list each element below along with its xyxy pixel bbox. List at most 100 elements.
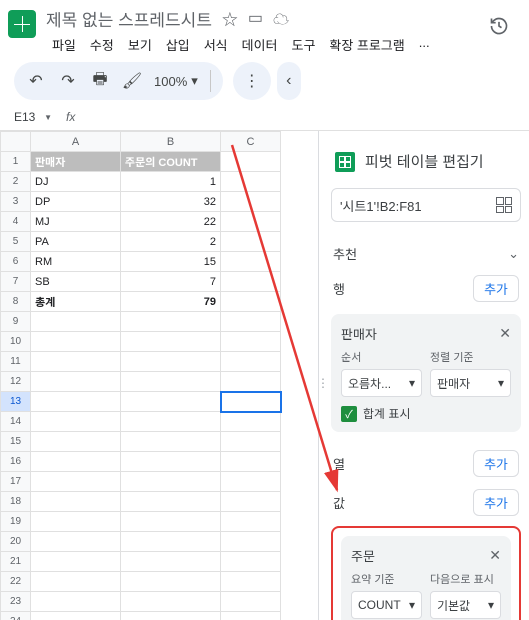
- table-row[interactable]: 15: [1, 432, 281, 452]
- table-row[interactable]: 17: [1, 472, 281, 492]
- display-select[interactable]: 기본값▾: [430, 591, 501, 619]
- cell[interactable]: [221, 572, 281, 592]
- row-header[interactable]: 13: [1, 392, 31, 412]
- cell[interactable]: 22: [121, 212, 221, 232]
- summary-select[interactable]: COUNT▾: [351, 591, 422, 619]
- cell[interactable]: [31, 432, 121, 452]
- menu-file[interactable]: 파일: [46, 32, 82, 57]
- row-header[interactable]: 7: [1, 272, 31, 292]
- table-row[interactable]: 22: [1, 572, 281, 592]
- sheets-logo[interactable]: [8, 10, 36, 38]
- cell[interactable]: 2: [121, 232, 221, 252]
- row-header[interactable]: 8: [1, 292, 31, 312]
- toolbar-collapse-button[interactable]: ‹: [277, 62, 301, 100]
- menu-extensions[interactable]: 확장 프로그램: [323, 32, 410, 57]
- cell[interactable]: 15: [121, 252, 221, 272]
- cell[interactable]: SB: [31, 272, 121, 292]
- cell[interactable]: [121, 532, 221, 552]
- cell[interactable]: 1: [121, 172, 221, 192]
- cell[interactable]: [221, 412, 281, 432]
- cell[interactable]: [221, 552, 281, 572]
- cell[interactable]: [221, 172, 281, 192]
- table-row[interactable]: 1판매자주문의 COUNT: [1, 152, 281, 172]
- cell[interactable]: [221, 512, 281, 532]
- cell[interactable]: [221, 292, 281, 312]
- cell[interactable]: [221, 352, 281, 372]
- order-select[interactable]: 오름차...▾: [341, 369, 422, 397]
- cell[interactable]: [31, 532, 121, 552]
- print-button[interactable]: 🖶: [90, 71, 110, 91]
- cell[interactable]: [221, 452, 281, 472]
- drag-handle-icon[interactable]: ⋮: [319, 376, 329, 390]
- cell[interactable]: [221, 372, 281, 392]
- add-val-button[interactable]: 추가: [473, 489, 519, 516]
- table-row[interactable]: 14: [1, 412, 281, 432]
- table-row[interactable]: 23: [1, 592, 281, 612]
- cell[interactable]: [31, 552, 121, 572]
- row-header[interactable]: 12: [1, 372, 31, 392]
- cell[interactable]: [121, 452, 221, 472]
- cell[interactable]: [121, 432, 221, 452]
- cell[interactable]: [221, 272, 281, 292]
- cell[interactable]: DP: [31, 192, 121, 212]
- add-col-button[interactable]: 추가: [473, 450, 519, 477]
- table-row[interactable]: 18: [1, 492, 281, 512]
- redo-button[interactable]: ↷: [58, 71, 78, 91]
- row-header[interactable]: 18: [1, 492, 31, 512]
- cell[interactable]: [31, 472, 121, 492]
- row-header[interactable]: 15: [1, 432, 31, 452]
- row-header[interactable]: 22: [1, 572, 31, 592]
- row-header[interactable]: 3: [1, 192, 31, 212]
- cell[interactable]: [221, 252, 281, 272]
- menu-more[interactable]: ...: [413, 32, 436, 57]
- table-row[interactable]: 16: [1, 452, 281, 472]
- menu-format[interactable]: 서식: [198, 32, 234, 57]
- cell[interactable]: DJ: [31, 172, 121, 192]
- menu-data[interactable]: 데이터: [236, 32, 284, 57]
- cell[interactable]: [31, 492, 121, 512]
- row-header[interactable]: 2: [1, 172, 31, 192]
- cell[interactable]: [31, 312, 121, 332]
- cell[interactable]: [121, 512, 221, 532]
- cell[interactable]: [221, 532, 281, 552]
- cell[interactable]: [121, 492, 221, 512]
- cell[interactable]: [121, 332, 221, 352]
- table-row[interactable]: 10: [1, 332, 281, 352]
- cloud-status-icon[interactable]: ☁: [273, 6, 289, 30]
- cell[interactable]: 총계: [31, 292, 121, 312]
- menu-tools[interactable]: 도구: [286, 32, 322, 57]
- row-header[interactable]: 5: [1, 232, 31, 252]
- cell[interactable]: [31, 452, 121, 472]
- menu-insert[interactable]: 삽입: [160, 32, 196, 57]
- cell[interactable]: [221, 312, 281, 332]
- table-row[interactable]: 6RM15: [1, 252, 281, 272]
- cell[interactable]: [221, 232, 281, 252]
- cell[interactable]: 79: [121, 292, 221, 312]
- cell[interactable]: [221, 592, 281, 612]
- show-total-checkbox[interactable]: ✓: [341, 406, 357, 422]
- table-row[interactable]: 5PA2: [1, 232, 281, 252]
- cell[interactable]: [221, 472, 281, 492]
- cell[interactable]: [31, 412, 121, 432]
- cell[interactable]: [121, 412, 221, 432]
- row-header[interactable]: 14: [1, 412, 31, 432]
- table-row[interactable]: 12: [1, 372, 281, 392]
- cell[interactable]: [221, 432, 281, 452]
- cell[interactable]: [221, 332, 281, 352]
- cell[interactable]: [31, 512, 121, 532]
- row-header[interactable]: 19: [1, 512, 31, 532]
- cell[interactable]: 판매자: [31, 152, 121, 172]
- cell[interactable]: [121, 312, 221, 332]
- table-row[interactable]: 20: [1, 532, 281, 552]
- cell[interactable]: [121, 472, 221, 492]
- table-row[interactable]: 4MJ22: [1, 212, 281, 232]
- table-row[interactable]: 3DP32: [1, 192, 281, 212]
- pivot-range-input[interactable]: '시트1'!B2:F81: [331, 188, 521, 222]
- spreadsheet-grid[interactable]: A B C 1판매자주문의 COUNT2DJ13DP324MJ225PA26RM…: [0, 131, 318, 620]
- table-row[interactable]: 7SB7: [1, 272, 281, 292]
- table-row[interactable]: 8총계79: [1, 292, 281, 312]
- select-range-icon[interactable]: [496, 197, 512, 213]
- cell[interactable]: [221, 152, 281, 172]
- table-row[interactable]: 19: [1, 512, 281, 532]
- row-header[interactable]: 4: [1, 212, 31, 232]
